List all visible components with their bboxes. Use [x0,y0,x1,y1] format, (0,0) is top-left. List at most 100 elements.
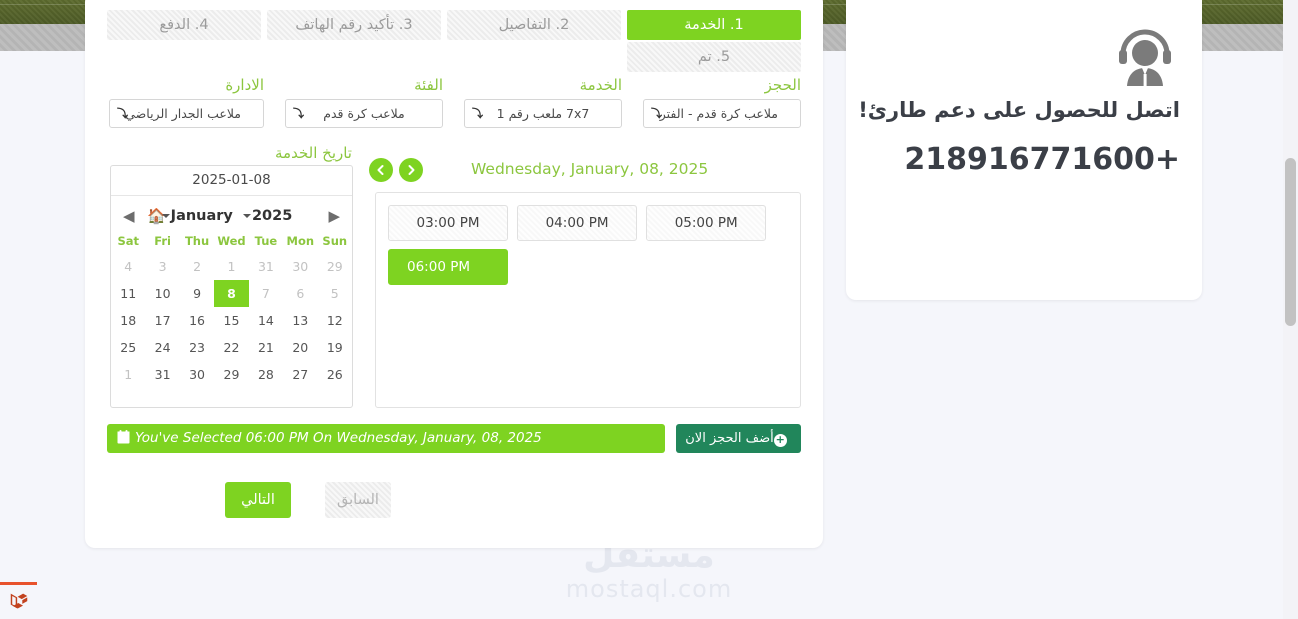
calendar-date-input[interactable]: 2025-01-08 [111,166,352,196]
calendar-day[interactable]: 20 [283,334,317,361]
weekday-label: Wed [217,234,246,248]
calendar-week-row: 25 24 23 22 21 20 19 [111,334,352,361]
tab-payment[interactable]: 4. الدفع [107,10,261,40]
calendar-day[interactable]: 12 [318,307,352,334]
laravel-icon [10,593,27,609]
calendar-day[interactable]: 17 [145,307,179,334]
calendar-day[interactable]: 31 [249,253,283,280]
calendar-day[interactable]: 23 [180,334,214,361]
calendar-day[interactable]: 31 [145,361,179,388]
calendar-day[interactable]: 30 [283,253,317,280]
selection-summary-bar: You've Selected 06:00 PM On Wednesday, J… [107,424,665,453]
time-slot[interactable]: 04:00 PM [517,205,638,241]
select-booking-value: ملاعب كرة قدم - الفتر [659,106,778,121]
chevron-down-icon: ⤵ [651,107,662,120]
booking-card: 1. الخدمة 2. التفاصيل 3. تأكيد رقم الهات… [85,0,823,548]
select-department[interactable]: ⤵ ملاعب الجدار الرياضي [109,99,264,128]
calendar-day[interactable]: 24 [145,334,179,361]
calendar-day[interactable]: 6 [283,280,317,307]
calendar-day[interactable]: 13 [283,307,317,334]
time-slot-selected[interactable]: 06:00 PM [388,249,508,285]
filter-fields: الحجز ⤵ ملاعب كرة قدم - الفتر الخدمة ⤵ 7… [107,76,801,132]
field-category: الفئة ⤵ ملاعب كرة قدم [285,76,443,128]
next-day-button[interactable] [399,158,423,182]
calendar-day-selected[interactable]: 8 [214,280,249,307]
weekday-label: Sun [322,234,348,248]
time-slot[interactable]: 03:00 PM [388,205,508,241]
calendar-day[interactable]: 29 [318,253,352,280]
tab-service[interactable]: 1. الخدمة [627,10,801,40]
support-card: اتصل للحصول على دعم طارئ! +218916771600 [846,0,1202,300]
weekday-label: Sat [117,234,139,248]
calendar-day[interactable]: 10 [145,280,179,307]
label-category: الفئة [414,76,443,94]
selection-summary-text: You've Selected 06:00 PM On Wednesday, J… [135,430,542,446]
field-booking: الحجز ⤵ ملاعب كرة قدم - الفتر [643,76,801,128]
calendar-nav: ◀ 🏠 ▶ January 2025 [111,200,352,232]
calendar-day[interactable]: 26 [318,361,352,388]
prev-button[interactable]: السابق [325,482,391,518]
calendar-day[interactable]: 29 [214,361,248,388]
calendar-weekday-row: Sat Fri Thu Wed Tue Mon Sun [111,232,352,253]
calendar-day[interactable]: 19 [318,334,352,361]
label-booking: الحجز [764,76,801,94]
calendar-week-row: 4 3 2 1 31 30 29 [111,253,352,280]
calendar-month-select[interactable]: January [161,200,233,232]
calendar-day[interactable]: 14 [249,307,283,334]
calendar-week-row: 11 10 9 8 7 6 5 [111,280,352,307]
calendar-day[interactable]: 22 [214,334,248,361]
add-booking-label: أضف الحجز الان [685,431,774,446]
calendar-day[interactable]: 4 [111,253,145,280]
calendar-day[interactable]: 18 [111,307,145,334]
select-booking[interactable]: ⤵ ملاعب كرة قدم - الفتر [643,99,801,128]
page-scrollbar[interactable] [1283,0,1298,619]
tab-phone-verify[interactable]: 3. تأكيد رقم الهاتف [267,10,441,40]
time-slots-panel: 03:00 PM 04:00 PM 05:00 PM 06:00 PM [375,192,801,408]
day-nav [369,158,429,182]
calendar-day[interactable]: 1 [214,253,248,280]
headset-agent-icon [1114,28,1176,90]
calendar-day[interactable]: 28 [249,361,283,388]
wizard-tabs: 1. الخدمة 2. التفاصيل 3. تأكيد رقم الهات… [107,10,801,72]
calendar-day[interactable]: 9 [180,280,214,307]
select-service[interactable]: ⤵ 7x7 ملعب رقم 1 [464,99,622,128]
chevron-down-icon: ⤵ [293,107,304,120]
tab-details[interactable]: 2. التفاصيل [447,10,621,40]
weekday-label: Fri [154,234,171,248]
add-booking-button[interactable]: +أضف الحجز الان [676,424,801,453]
calendar-day[interactable]: 2 [180,253,214,280]
calendar-day[interactable]: 27 [283,361,317,388]
calendar-day[interactable]: 3 [145,253,179,280]
scrollbar-thumb[interactable] [1285,158,1296,326]
calendar-day[interactable]: 15 [214,307,248,334]
calendar-day[interactable]: 11 [111,280,145,307]
select-category[interactable]: ⤵ ملاعب كرة قدم [285,99,443,128]
calendar-day[interactable]: 1 [111,361,145,388]
calendar-day[interactable]: 30 [180,361,214,388]
laravel-debugbar-toggle[interactable] [0,582,37,619]
plus-circle-icon: + [773,433,787,447]
calendar-day[interactable]: 16 [180,307,214,334]
calendar-day[interactable]: 5 [318,280,352,307]
time-slot[interactable]: 05:00 PM [646,205,767,241]
field-service: الخدمة ⤵ 7x7 ملعب رقم 1 [464,76,622,128]
calendar-week-row: 18 17 16 15 14 13 12 [111,307,352,334]
prev-day-button[interactable] [369,158,393,182]
calendar-day[interactable]: 25 [111,334,145,361]
select-category-value: ملاعب كرة قدم [323,106,405,121]
chevron-right-icon [408,165,415,175]
weekday-label: Tue [254,234,278,248]
next-button[interactable]: التالي [225,482,291,518]
support-title: اتصل للحصول على دعم طارئ! [858,98,1180,122]
tab-done[interactable]: 5. تم [627,42,801,72]
calendar-week-row: 1 31 30 29 28 27 26 [111,361,352,388]
field-department: الادارة ⤵ ملاعب الجدار الرياضي [106,76,264,128]
chevron-down-icon: ⤵ [117,107,128,120]
calendar-widget: 2025-01-08 ◀ 🏠 ▶ January 2025 Sat Fri Th… [110,165,353,408]
label-service: الخدمة [579,76,622,94]
calendar-day[interactable]: 21 [249,334,283,361]
select-department-value: ملاعب الجدار الرياضي [125,106,241,121]
calendar-year-select[interactable]: 2025 [242,200,292,232]
calendar-day[interactable]: 7 [249,280,283,307]
support-phone[interactable]: +218916771600 [868,142,1180,177]
